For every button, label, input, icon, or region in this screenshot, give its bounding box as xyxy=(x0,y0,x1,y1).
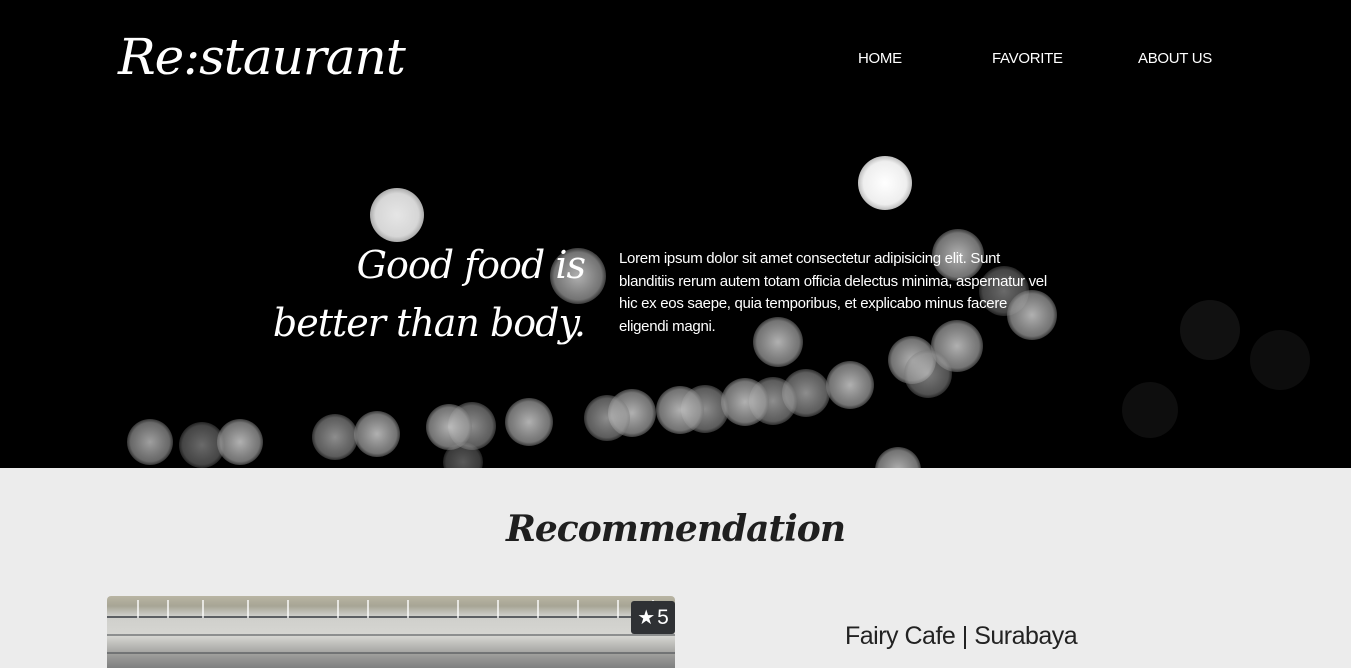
recommendation-heading: Recommendation xyxy=(505,508,846,550)
nav-home[interactable]: HOME xyxy=(858,50,902,67)
hero-tagline-line2: better than body. xyxy=(272,301,586,345)
star-icon: ★ xyxy=(637,607,656,629)
restaurant-name[interactable]: Fairy Cafe | Surabaya xyxy=(845,622,1078,651)
rating-badge: ★ 5 xyxy=(631,601,675,634)
hero-description: Lorem ipsum dolor sit amet consectetur a… xyxy=(619,250,1047,335)
restaurant-card-image[interactable] xyxy=(107,596,675,668)
hero-tagline-line1: Good food is xyxy=(356,243,586,287)
rating-value: 5 xyxy=(657,605,669,629)
hero-banner: Re:staurant HOME FAVORITE ABOUT US Good … xyxy=(0,0,1351,468)
main-nav: HOME FAVORITE ABOUT US xyxy=(0,50,1351,70)
nav-favorite[interactable]: FAVORITE xyxy=(992,50,1063,67)
nav-about-us[interactable]: ABOUT US xyxy=(1138,50,1212,67)
hero-tagline: Good food is better than body. xyxy=(265,236,586,352)
